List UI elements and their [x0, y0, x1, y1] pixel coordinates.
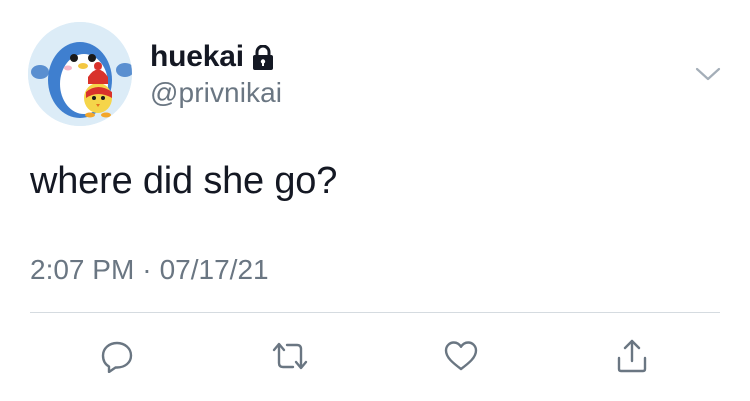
reply-icon: [101, 341, 133, 373]
display-name[interactable]: huekai: [150, 40, 244, 74]
avatar[interactable]: [28, 22, 132, 126]
tweet-timestamp[interactable]: 2:07 PM · 07/17/21: [30, 254, 269, 286]
meta-separator: ·: [142, 254, 152, 285]
author-name-row: huekai: [150, 39, 274, 75]
like-button[interactable]: [439, 334, 483, 378]
share-button[interactable]: [610, 334, 654, 378]
retweet-button[interactable]: [268, 334, 312, 378]
penguin-avatar-image: [28, 22, 132, 126]
reply-button[interactable]: [95, 334, 139, 378]
heart-icon: [444, 341, 478, 371]
tweet-date: 07/17/21: [159, 254, 269, 285]
retweet-icon: [272, 342, 308, 370]
divider: [30, 312, 720, 313]
author-handle[interactable]: @privnikai: [150, 77, 282, 109]
lock-icon: [252, 45, 274, 71]
chevron-down-icon[interactable]: [693, 62, 723, 86]
share-icon: [617, 339, 647, 373]
tweet-time: 2:07 PM: [30, 254, 135, 285]
tweet-text: where did she go?: [30, 160, 338, 202]
